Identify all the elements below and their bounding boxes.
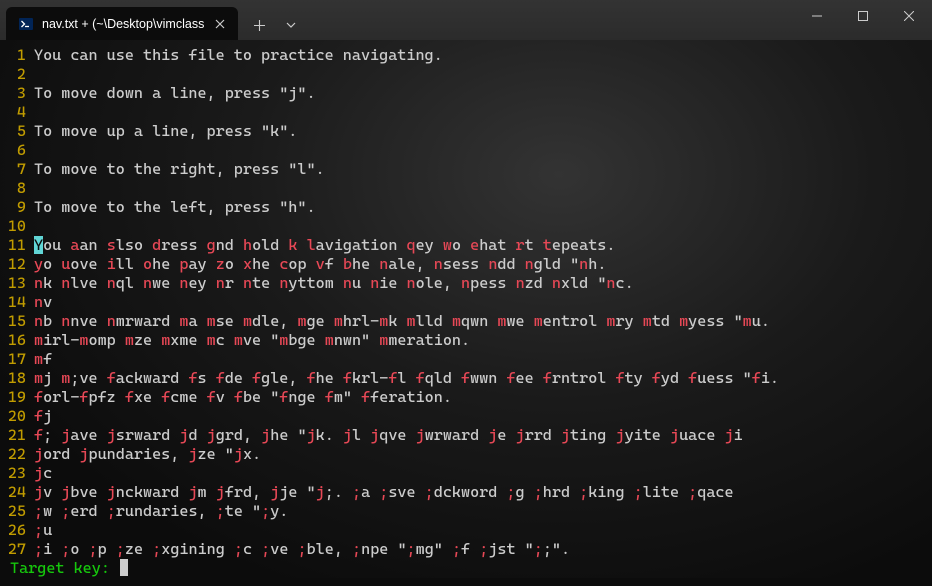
new-tab-button[interactable] (242, 10, 276, 40)
line-content: To move to the right, press "l". (34, 160, 325, 179)
editor-line: 16mirl-momp mze mxme mc mve "mbge mnwn" … (0, 331, 932, 350)
line-number: 9 (0, 198, 34, 217)
titlebar: nav.txt + (~\Desktop\vimclass (0, 0, 932, 40)
editor-line: 11You aan slso dress gnd hold k lavigati… (0, 236, 932, 255)
line-content: mirl-momp mze mxme mc mve "mbge mnwn" mm… (34, 331, 470, 350)
line-content: You can use this file to practice naviga… (34, 46, 443, 65)
line-number: 22 (0, 445, 34, 464)
tab-close-button[interactable] (212, 16, 228, 32)
editor-line: 27;i ;o ;p ;ze ;xgining ;c ;ve ;ble, ;np… (0, 540, 932, 559)
line-number: 15 (0, 312, 34, 331)
editor-line: 26;u (0, 521, 932, 540)
line-content: jord jpundaries, jze "jx. (34, 445, 261, 464)
line-content: ;u (34, 521, 52, 540)
line-content: jv jbve jnckward jm jfrd, jje "j;. ;a ;s… (34, 483, 734, 502)
editor-line: 4 (0, 103, 932, 122)
line-number: 6 (0, 141, 34, 160)
line-number: 12 (0, 255, 34, 274)
line-number: 20 (0, 407, 34, 426)
line-number: 5 (0, 122, 34, 141)
line-content: yo uove ill ohe pay zo xhe cop vf bhe na… (34, 255, 606, 274)
line-content: You aan slso dress gnd hold k lavigation… (34, 236, 615, 255)
editor-line: 6 (0, 141, 932, 160)
tab-active[interactable]: nav.txt + (~\Desktop\vimclass (6, 7, 238, 40)
window-controls (794, 0, 932, 40)
line-number: 13 (0, 274, 34, 293)
line-content: jc (34, 464, 52, 483)
line-content: ;w ;erd ;rundaries, ;te ";y. (34, 502, 288, 521)
editor-line: 1You can use this file to practice navig… (0, 46, 932, 65)
close-button[interactable] (886, 0, 932, 32)
line-content: To move down a line, press "j". (34, 84, 316, 103)
editor-line: 10 (0, 217, 932, 236)
line-number: 8 (0, 179, 34, 198)
line-number: 2 (0, 65, 34, 84)
editor-line: 7To move to the right, press "l". (0, 160, 932, 179)
editor-line: 22jord jpundaries, jze "jx. (0, 445, 932, 464)
editor-line: 15nb nnve nmrward ma mse mdle, mge mhrl-… (0, 312, 932, 331)
tab-title: nav.txt + (~\Desktop\vimclass (42, 17, 204, 31)
line-number: 11 (0, 236, 34, 255)
line-content: forl-fpfz fxe fcme fv fbe "fnge fm" ffer… (34, 388, 452, 407)
line-content: ;i ;o ;p ;ze ;xgining ;c ;ve ;ble, ;npe … (34, 540, 570, 559)
line-number: 16 (0, 331, 34, 350)
editor-line: 12yo uove ill ohe pay zo xhe cop vf bhe … (0, 255, 932, 274)
editor-line: 5To move up a line, press "k". (0, 122, 932, 141)
target-key-prompt[interactable]: Target key: (0, 559, 932, 578)
line-number: 17 (0, 350, 34, 369)
minimize-button[interactable] (794, 0, 840, 32)
line-number: 18 (0, 369, 34, 388)
editor-line: 24jv jbve jnckward jm jfrd, jje "j;. ;a … (0, 483, 932, 502)
line-content: mj m;ve fackward fs fde fgle, fhe fkrl-f… (34, 369, 779, 388)
line-number: 19 (0, 388, 34, 407)
cursor (120, 559, 128, 576)
tab-dropdown-button[interactable] (276, 10, 306, 40)
line-content: nk nlve nql nwe ney nr nte nyttom nu nie… (34, 274, 634, 293)
line-number: 23 (0, 464, 34, 483)
editor-line: 8 (0, 179, 932, 198)
editor-line: 18mj m;ve fackward fs fde fgle, fhe fkrl… (0, 369, 932, 388)
line-content: fj (34, 407, 52, 426)
line-number: 14 (0, 293, 34, 312)
terminal-content[interactable]: 1You can use this file to practice navig… (0, 40, 932, 578)
powershell-icon (18, 16, 34, 32)
maximize-button[interactable] (840, 0, 886, 32)
line-number: 10 (0, 217, 34, 236)
line-number: 25 (0, 502, 34, 521)
editor-line: 19forl-fpfz fxe fcme fv fbe "fnge fm" ff… (0, 388, 932, 407)
line-number: 26 (0, 521, 34, 540)
editor-line: 2 (0, 65, 932, 84)
editor-line: 21f; jave jsrward jd jgrd, jhe "jk. jl j… (0, 426, 932, 445)
line-content: To move up a line, press "k". (34, 122, 297, 141)
editor-line: 14nv (0, 293, 932, 312)
editor-line: 3To move down a line, press "j". (0, 84, 932, 103)
line-number: 1 (0, 46, 34, 65)
editor-line: 17mf (0, 350, 932, 369)
line-number: 27 (0, 540, 34, 559)
line-content: mf (34, 350, 52, 369)
line-number: 4 (0, 103, 34, 122)
editor-line: 20fj (0, 407, 932, 426)
editor-line: 25;w ;erd ;rundaries, ;te ";y. (0, 502, 932, 521)
line-number: 21 (0, 426, 34, 445)
tabs-area: nav.txt + (~\Desktop\vimclass (0, 0, 306, 40)
line-number: 24 (0, 483, 34, 502)
line-number: 3 (0, 84, 34, 103)
line-content: nb nnve nmrward ma mse mdle, mge mhrl-mk… (34, 312, 770, 331)
editor-line: 13nk nlve nql nwe ney nr nte nyttom nu n… (0, 274, 932, 293)
line-content: To move to the left, press "h". (34, 198, 316, 217)
line-number: 7 (0, 160, 34, 179)
line-content: f; jave jsrward jd jgrd, jhe "jk. jl jqv… (34, 426, 743, 445)
line-content: nv (34, 293, 52, 312)
editor-line: 9To move to the left, press "h". (0, 198, 932, 217)
editor-line: 23jc (0, 464, 932, 483)
